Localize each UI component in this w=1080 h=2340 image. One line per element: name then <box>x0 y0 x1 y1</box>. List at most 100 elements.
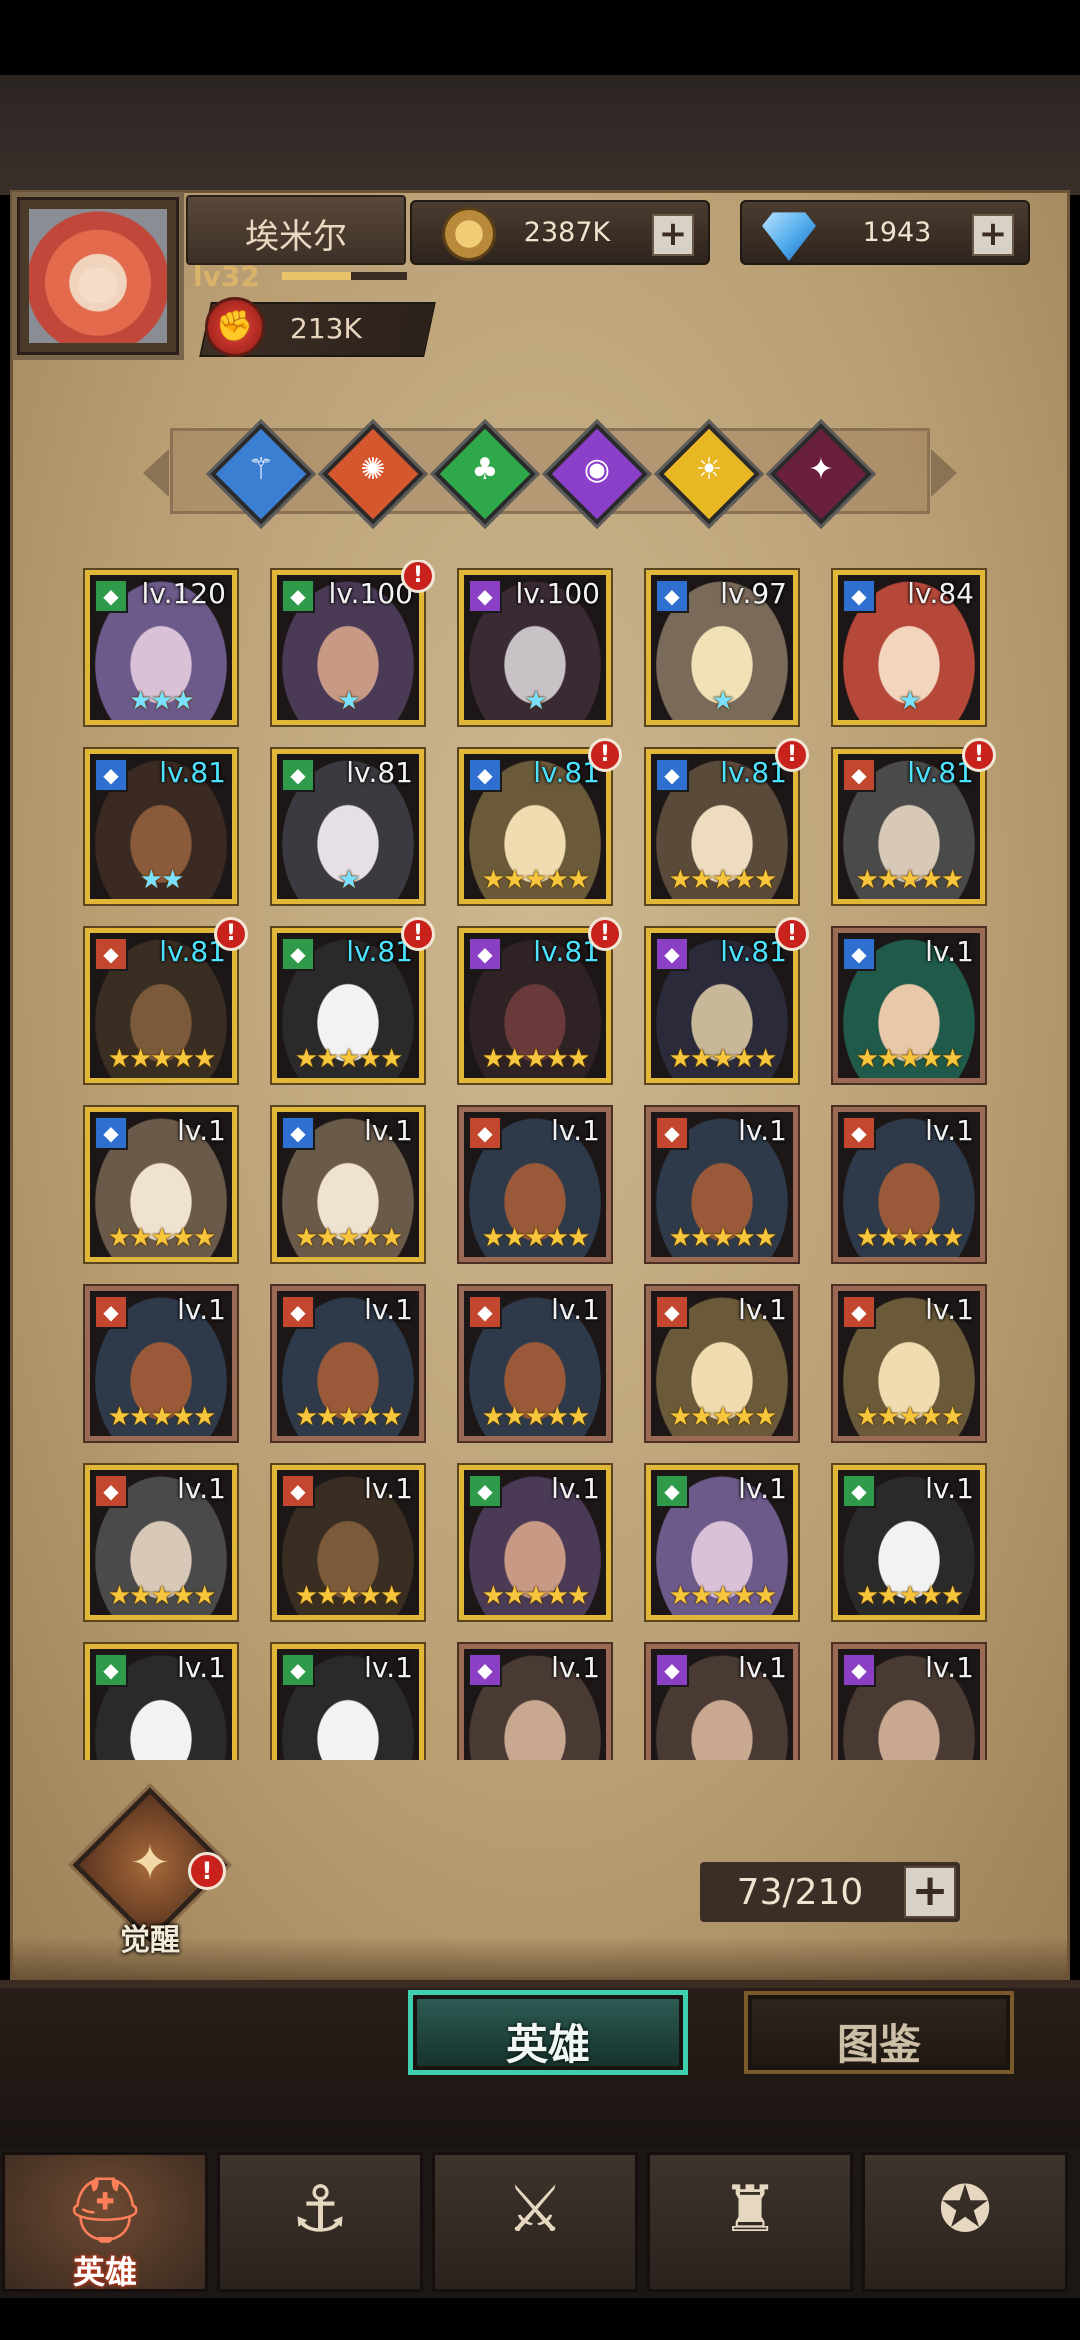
tab-codex-label: 图鉴 <box>836 2020 921 2069</box>
gem-value: 1943 <box>862 217 932 248</box>
hero-card[interactable]: ◆lv.1★★★★★ <box>85 1465 237 1620</box>
avatar-face <box>78 267 118 303</box>
status-bar <box>0 0 1080 75</box>
green-class-icon: ◆ <box>468 1474 502 1508</box>
hero-card[interactable]: ◆ lv.84 ★ <box>833 570 985 725</box>
hero-card[interactable]: ◆ lv.81 ★★★★★! <box>646 917 809 1083</box>
red-class-icon: ◆ <box>281 1295 315 1329</box>
fire-faction-icon: ✺ <box>360 452 386 487</box>
hero-card[interactable]: ◆lv.1★★★★★ <box>459 1465 611 1620</box>
hero-card[interactable]: ◆ lv.81 ★ <box>272 749 424 904</box>
hero-card[interactable]: ◆ lv.120 ★★★ <box>85 570 237 725</box>
hero-card[interactable]: ◆ lv.81 ★★★★★! <box>459 738 622 904</box>
red-class-icon: ◆ <box>281 1474 315 1508</box>
hero-stars: ★★★★★ <box>855 1581 965 1611</box>
hero-stars: ★★★★★ <box>668 1044 778 1074</box>
add-gems-button[interactable]: + <box>972 214 1014 256</box>
hero-card[interactable]: ◆lv.1★★★★★ <box>833 1465 985 1620</box>
player-level: lv32 <box>193 260 260 293</box>
hero-card[interactable]: ◆lv.1★★★★★ <box>646 1465 798 1620</box>
hero-level: lv.1 <box>177 1114 226 1147</box>
hero-stars: ★★★★★ <box>855 1044 965 1074</box>
hero-card[interactable]: ◆lv.1★★★★★ <box>646 1644 798 1760</box>
hero-card[interactable]: ◆lv.1★★★★★ <box>833 1107 985 1262</box>
hero-level: lv.1 <box>364 1651 413 1684</box>
hero-stars: ★★★★★ <box>855 1402 965 1432</box>
green-class-icon: ◆ <box>842 1474 876 1508</box>
blue-class-icon: ◆ <box>655 758 689 792</box>
hero-card[interactable]: ◆ lv.81 ★★★★★! <box>646 738 809 904</box>
alert-badge: ! <box>214 917 248 951</box>
hero-stars: ★★★★★ <box>855 865 965 895</box>
alert-badge: ! <box>401 917 435 951</box>
blue-class-icon: ◆ <box>842 937 876 971</box>
green-class-icon: ◆ <box>281 758 315 792</box>
hero-grid[interactable]: ◆ lv.120 ★★★ ◆ lv.100 ★! ◆ lv.100 ★ ◆ lv.97 ★ ◆ lv.84… <box>10 560 1070 1760</box>
expand-capacity-button[interactable]: + <box>904 1866 956 1918</box>
xp-bar <box>282 272 407 280</box>
hero-stars: ★★★★★ <box>294 1044 404 1074</box>
hero-card[interactable]: ◆ lv.81 ★★★★★! <box>459 917 622 1083</box>
hero-stars: ★★★★★ <box>481 865 591 895</box>
hero-level: lv.1 <box>738 1293 787 1326</box>
hero-card[interactable]: ◆ lv.81 ★★★★★! <box>85 917 248 1083</box>
nav-crossed-swords[interactable]: ⚔ <box>432 2152 638 2292</box>
hero-card[interactable]: ◆ lv.81 ★★ <box>85 749 237 904</box>
green-class-icon: ◆ <box>94 579 128 613</box>
hero-card[interactable]: ◆ lv.100 ★ <box>459 570 611 725</box>
hero-stars: ★★★★★ <box>107 1223 217 1253</box>
hero-level: lv.120 <box>141 577 226 610</box>
hero-card[interactable]: ◆lv.1★★★★★ <box>459 1644 611 1760</box>
hero-stars: ★★★★★ <box>855 1223 965 1253</box>
hero-card[interactable]: ◆lv.1★★★★★ <box>85 1286 237 1441</box>
eye-faction-icon: ◉ <box>583 452 611 487</box>
hero-card[interactable]: ◆ lv.97 ★ <box>646 570 798 725</box>
red-class-icon: ◆ <box>94 1295 128 1329</box>
hero-card[interactable]: ◆lv.1★★★★★ <box>85 1107 237 1262</box>
hero-card[interactable]: ◆lv.1★★★★★ <box>272 1644 424 1760</box>
hero-capacity-text: 73/210 <box>736 1872 864 1913</box>
red-class-icon: ◆ <box>655 1116 689 1150</box>
system-nav-bar <box>0 2298 1080 2340</box>
awaken-label: 觉醒 <box>120 1923 180 1958</box>
hero-stars: ★★★★★ <box>481 1402 591 1432</box>
hero-card[interactable]: ◆ lv.81 ★★★★★! <box>272 917 435 1083</box>
purple-class-icon: ◆ <box>468 1653 502 1687</box>
tab-codex[interactable]: 图鉴 <box>744 1991 1014 2074</box>
hero-card[interactable]: ◆lv.1★★★★★ <box>833 928 985 1083</box>
nav-hero-helmet[interactable]: ⛑ 英雄 <box>2 2152 208 2292</box>
hero-card[interactable]: ◆lv.1★★★★★ <box>459 1286 611 1441</box>
hero-card[interactable]: ◆lv.1★★★★★ <box>85 1644 237 1760</box>
add-gold-button[interactable]: + <box>652 214 694 256</box>
hero-level: lv.1 <box>551 1114 600 1147</box>
hero-card[interactable]: ◆ lv.100 ★! <box>272 560 435 725</box>
alert-badge: ! <box>775 738 809 772</box>
light-faction-icon: ☀ <box>695 452 723 487</box>
hero-card[interactable]: ◆lv.1★★★★★ <box>272 1286 424 1441</box>
hero-level: lv.84 <box>907 577 974 610</box>
hero-card[interactable]: ◆lv.1★★★★★ <box>459 1107 611 1262</box>
tab-heroes[interactable]: 英雄 <box>408 1990 688 2075</box>
hero-stars: ★★★★★ <box>481 1223 591 1253</box>
red-class-icon: ◆ <box>468 1295 502 1329</box>
hero-card[interactable]: ◆lv.1★★★★★ <box>833 1286 985 1441</box>
hero-card[interactable]: ◆ lv.81 ★★★★★! <box>833 738 996 904</box>
hero-card[interactable]: ◆lv.1★★★★★ <box>646 1286 798 1441</box>
hero-stars: ★★★★★ <box>107 1044 217 1074</box>
nav-castle-tower[interactable]: ♜ <box>647 2152 853 2292</box>
blue-class-icon: ◆ <box>281 1116 315 1150</box>
hero-card[interactable]: ◆lv.1★★★★★ <box>646 1107 798 1262</box>
hero-stars: ★★★★★ <box>107 1581 217 1611</box>
hero-level: lv.1 <box>364 1472 413 1505</box>
hero-level: lv.97 <box>720 577 787 610</box>
hero-stars: ★ <box>898 686 921 716</box>
hero-stars: ★ <box>337 865 360 895</box>
hero-card[interactable]: ◆lv.1★★★★★ <box>272 1465 424 1620</box>
nav-guild-emblem[interactable]: ✪ <box>862 2152 1068 2292</box>
hero-capacity: 73/210 + <box>700 1862 960 1922</box>
avatar-image <box>29 209 167 343</box>
player-avatar[interactable] <box>12 192 184 360</box>
hero-card[interactable]: ◆lv.1★★★★★ <box>272 1107 424 1262</box>
hero-card[interactable]: ◆lv.1★★★★★ <box>833 1644 985 1760</box>
nav-ship-banner[interactable]: ⚓ <box>217 2152 423 2292</box>
